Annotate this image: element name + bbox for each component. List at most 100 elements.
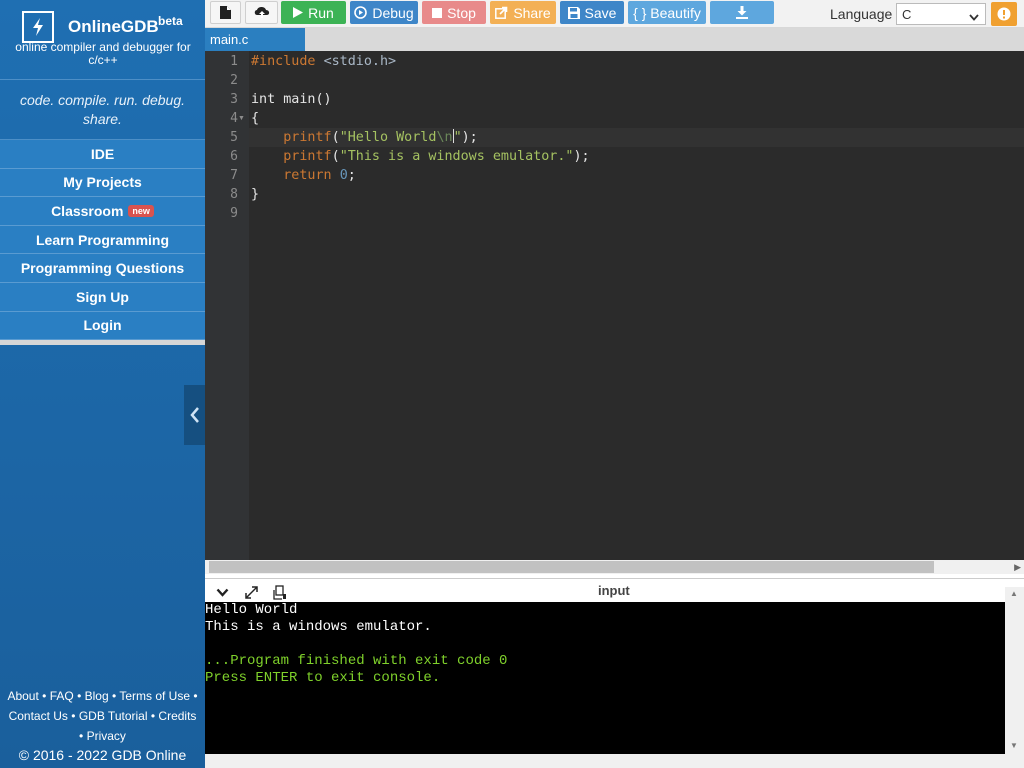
sidebar-item-sign-up[interactable]: Sign Up [0,282,205,312]
code-line: return 0; [251,166,590,185]
console-line: This is a windows emulator. [205,619,432,635]
sidebar-item-my-projects[interactable]: My Projects [0,168,205,198]
expand-console-button[interactable] [242,584,260,600]
chevron-left-icon [189,407,199,423]
console-line: Press ENTER to exit console. [205,670,441,686]
collapse-sidebar-button[interactable] [184,385,205,445]
footer-separator: • [150,709,156,723]
code-token: \n [436,130,453,145]
footer-separator: • [111,689,117,703]
copy-icon [273,584,286,600]
language-select[interactable]: C [896,3,986,25]
tab-main-c[interactable]: main.c [205,28,305,51]
tagline: code. compile. run. debug. share. [20,91,185,127]
code-line: printf("This is a windows emulator."); [251,147,589,166]
code-token: #include [251,54,324,69]
stop-icon [432,7,443,18]
editor-horizontal-scrollbar[interactable]: ▶ [205,560,1024,574]
code-token: "This is a windows emulator." [339,149,574,164]
share-button[interactable]: Share [490,1,556,24]
beautify-button[interactable]: { } Beautify [628,1,706,24]
expand-icon [244,585,258,599]
run-button[interactable]: Run [281,1,346,24]
stop-button[interactable]: Stop [422,1,486,24]
sidebar-item-ide[interactable]: IDE [0,140,205,169]
footer-link-credits[interactable]: Credits [158,709,196,723]
sidebar-item-label: Login [83,317,122,334]
floppy-disk-icon [567,6,580,19]
upload-file-button[interactable] [245,1,278,24]
info-button[interactable] [991,2,1017,26]
sidebar: OnlineGDB beta online compiler and debug… [0,0,205,768]
footer-link-contact[interactable]: Contact Us [9,709,68,723]
code-token: { [251,111,260,126]
onlinegdb-logo-icon[interactable] [22,11,54,43]
debug-icon [354,6,368,19]
code-line: } [251,185,590,204]
line-number: 5 [230,130,238,145]
sidebar-item-label: My Projects [63,174,142,191]
new-file-button[interactable] [210,1,241,24]
debug-button[interactable]: Debug [350,1,418,24]
share-icon [495,6,508,19]
footer-link-gdb-tutorial[interactable]: GDB Tutorial [79,709,148,723]
sidebar-item-login[interactable]: Login [0,311,205,341]
line-number: 4 [230,111,238,126]
sidebar-item-label: Learn Programming [35,231,170,248]
line-number: 6 [230,149,238,164]
footer-separator: • [79,729,84,743]
info-icon [997,7,1011,21]
minimize-console-button[interactable] [213,584,231,600]
code-token: return [283,168,332,183]
nav-divider [0,340,205,346]
footer-link-privacy[interactable]: Privacy [87,729,126,743]
code-token: ); [461,130,478,145]
copy-output-button[interactable] [271,584,289,600]
code-content[interactable]: #include <stdio.h> int main(){ printf("He… [251,52,590,223]
sidebar-item-classroom[interactable]: Classroom new [0,197,205,226]
scroll-right-arrow-icon[interactable]: ▶ [1014,562,1021,573]
footer-link-about[interactable]: About [7,689,38,703]
input-label: input [598,583,630,598]
code-token: } [251,187,260,202]
footer-link-terms[interactable]: Terms of Use [119,689,190,703]
run-label: Run [308,4,334,21]
line-number: 9 [230,206,238,221]
scroll-up-arrow-icon[interactable]: ▲ [1010,589,1018,598]
save-button[interactable]: Save [560,1,624,24]
fold-arrow-icon[interactable]: ▼ [238,115,245,122]
beautify-label: { } Beautify [633,4,701,21]
line-number: 3 [230,92,238,107]
console-vertical-scrollbar[interactable]: ▲ ▼ [1005,587,1024,768]
code-token: 0 [339,168,348,183]
code-line: printf("Hello World\n"); [251,128,590,147]
code-token: " [453,130,462,145]
sidebar-item-learn-programming[interactable]: Learn Programming [0,225,205,255]
brand-name[interactable]: OnlineGDB [68,17,159,37]
console-bottom-strip [205,754,1005,768]
line-number: 8 [230,187,238,202]
scrollbar-thumb[interactable] [209,561,934,573]
download-button[interactable] [710,1,774,24]
new-file-icon [220,6,231,19]
code-token: ( [331,130,340,145]
brand-header: OnlineGDB beta online compiler and debug… [0,0,205,80]
footer-separator: • [71,709,76,723]
code-editor[interactable]: 1 2 3 4 ▼ 5 6 7 8 9 #include <stdio.h> int main() {… [205,51,1024,560]
new-badge: new [128,204,154,217]
scroll-down-arrow-icon[interactable]: ▼ [1010,741,1018,750]
footer-link-faq[interactable]: FAQ [50,689,74,703]
language-label: Language [830,6,893,22]
sidebar-item-label: Classroom [51,202,124,219]
code-token: <stdio.h> [323,54,397,69]
file-tab-bar: main.c [205,28,1024,51]
sidebar-item-programming-questions[interactable]: Programming Questions [0,254,205,283]
console-output[interactable]: Hello World This is a windows emulator...… [205,602,1005,754]
chevron-down-icon [216,588,228,597]
line-number: 2 [230,73,238,88]
code-line: int main() [251,90,590,109]
footer-link-blog[interactable]: Blog [85,689,109,703]
